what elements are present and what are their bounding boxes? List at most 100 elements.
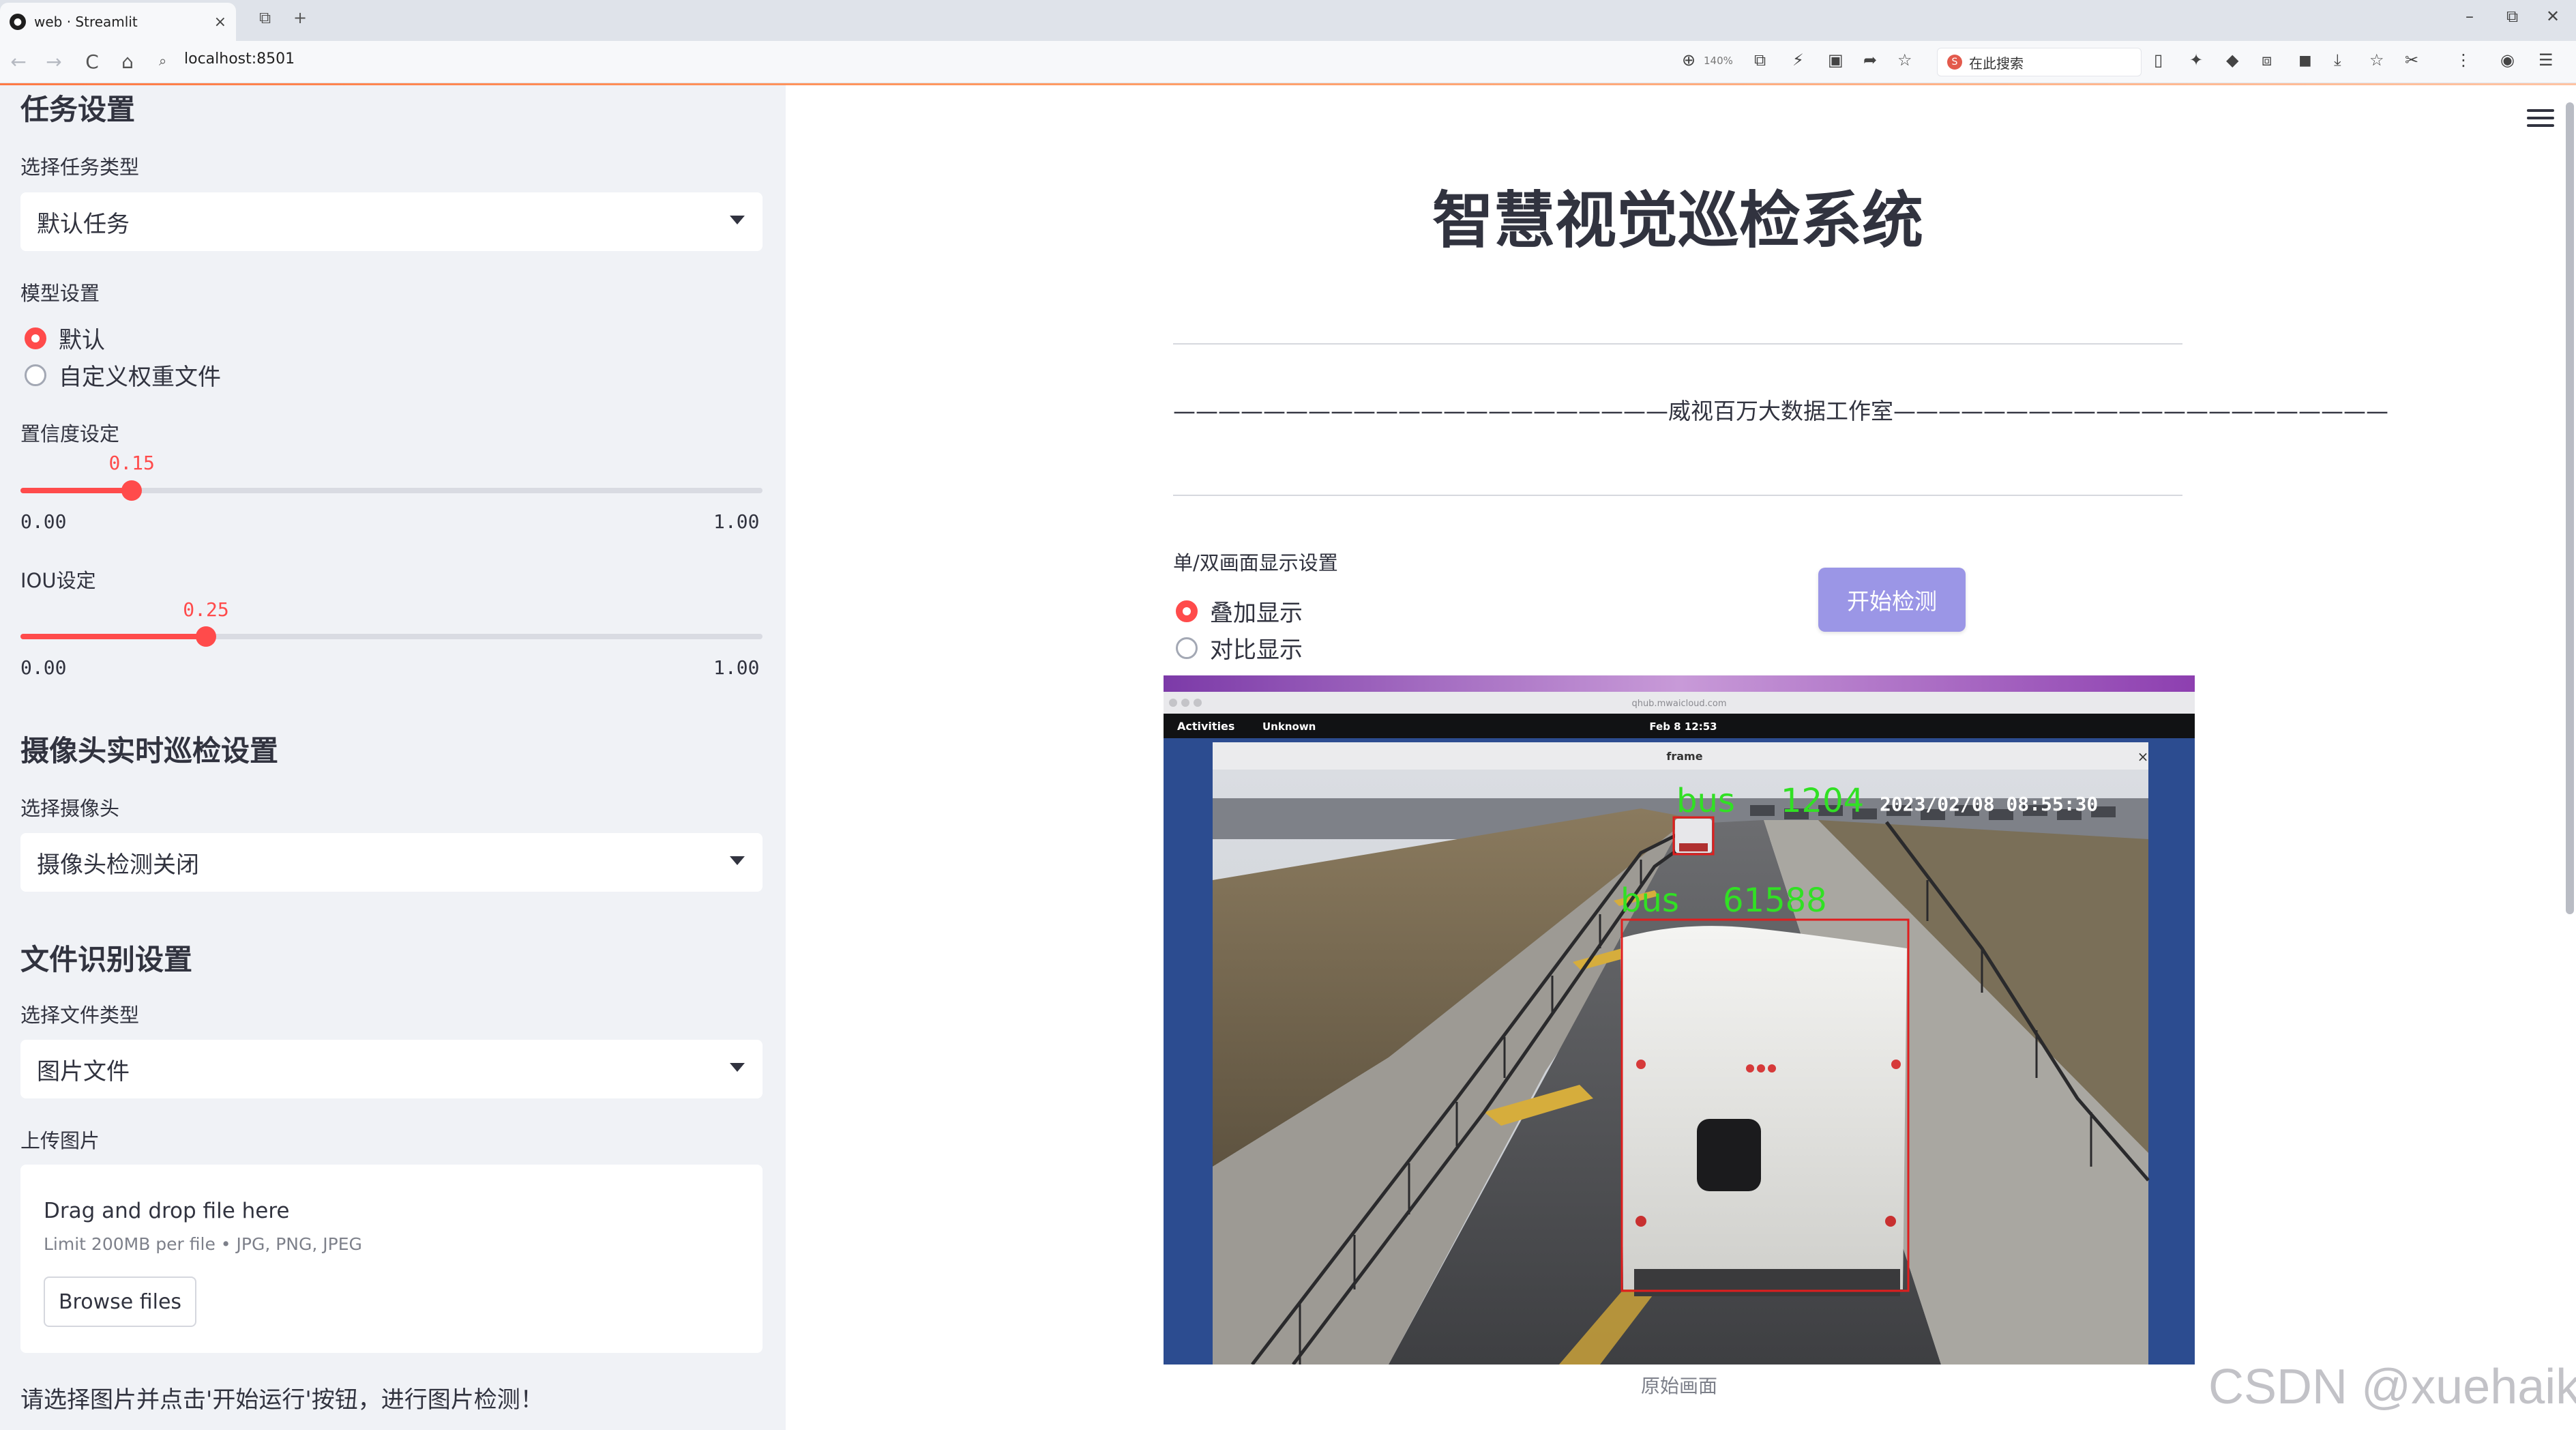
- display-option-label: 对比显示: [1210, 637, 1303, 664]
- translate-icon[interactable]: ⧉: [1754, 50, 1766, 70]
- iou-min: 0.00: [20, 656, 67, 679]
- studio-subtitle: ——————————————————————威视百万大数据工作室————————…: [1173, 398, 2388, 424]
- upload-dropzone-title: Drag and drop file here: [44, 1199, 290, 1223]
- camera-value: 摄像头检测关闭: [37, 851, 199, 879]
- upload-label: 上传图片: [20, 1129, 100, 1152]
- task-section-title: 任务设置: [20, 93, 136, 126]
- frame-window-title: frame: [1666, 750, 1702, 763]
- model-option-custom[interactable]: 自定义权重文件: [25, 358, 221, 392]
- window-close-icon[interactable]: ✕: [2546, 7, 2560, 26]
- download-icon[interactable]: ⤓: [2334, 50, 2341, 70]
- zoom-icon[interactable]: ⊕: [1682, 50, 1696, 70]
- detection-id: 1204: [1781, 782, 1864, 820]
- file-uploader-dropzone[interactable]: Drag and drop file here Limit 200MB per …: [20, 1165, 763, 1353]
- site-info-icon[interactable]: ⌕: [159, 53, 166, 69]
- detection-result-image: qhub.mwaicloud.com Activities Unknown Fe…: [1164, 675, 2195, 1365]
- iou-slider-thumb[interactable]: [196, 626, 216, 647]
- model-option-default[interactable]: 默认: [25, 321, 105, 355]
- restore-icon[interactable]: ⧉: [2506, 7, 2518, 26]
- frame-window-close-icon: ×: [2137, 748, 2149, 765]
- confidence-slider-thumb[interactable]: [121, 480, 143, 501]
- radio-unchecked-icon[interactable]: [1176, 637, 1198, 659]
- streamlit-favicon-icon: ●: [10, 14, 26, 30]
- csdn-watermark: CSDN @xuehaikj: [2208, 1360, 2576, 1414]
- search-placeholder: 在此搜索: [1969, 55, 2024, 72]
- lightning-icon[interactable]: ⚡: [1792, 50, 1804, 70]
- page-title: 智慧视觉巡检系统: [1432, 185, 1923, 257]
- tools-icon[interactable]: ✂: [2405, 50, 2418, 70]
- iou-value: 0.25: [183, 598, 229, 621]
- radio-checked-icon[interactable]: [25, 327, 46, 349]
- model-option-label: 自定义权重文件: [59, 364, 221, 391]
- frame-window-url: qhub.mwaicloud.com: [1631, 699, 1726, 709]
- more-icon[interactable]: ⋮: [2455, 50, 2472, 70]
- home-icon[interactable]: ⌂: [116, 50, 139, 73]
- zoom-level: 140%: [1704, 55, 1733, 67]
- page-scrollbar[interactable]: [2566, 102, 2574, 914]
- chevron-down-icon: [730, 856, 745, 865]
- sidebar-note: 请选择图片并点击'开始运行'按钮，进行图片检测！: [20, 1386, 544, 1414]
- tab-list-icon[interactable]: ⧉: [259, 8, 271, 27]
- camera-select[interactable]: 摄像头检测关闭: [20, 833, 763, 892]
- confidence-slider[interactable]: [20, 480, 763, 501]
- file-type-value: 图片文件: [37, 1057, 130, 1085]
- start-detection-button[interactable]: 开始检测: [1818, 568, 1966, 632]
- frame-clock: Feb 8 12:53: [1649, 720, 1717, 733]
- address-bar[interactable]: localhost:8501: [184, 50, 295, 68]
- browser-tab-bar: ● web · Streamlit × ⧉ + – ⧉ ✕: [0, 0, 2576, 41]
- hamburger-menu-icon[interactable]: [2527, 109, 2554, 132]
- file-type-label: 选择文件类型: [20, 1004, 140, 1027]
- chevron-down-icon: [730, 1063, 745, 1072]
- display-option-compare[interactable]: 对比显示: [1176, 631, 1303, 665]
- bookmark-star-icon[interactable]: ☆: [1897, 50, 1912, 70]
- forward-icon[interactable]: →: [42, 50, 65, 73]
- task-type-value: 默认任务: [37, 210, 130, 238]
- browser-menu-icon[interactable]: ☰: [2538, 50, 2553, 70]
- reload-icon[interactable]: C: [80, 50, 104, 73]
- extension-spark-icon[interactable]: ✦: [2189, 50, 2203, 70]
- minimize-icon[interactable]: –: [2466, 7, 2474, 26]
- divider-top: [1173, 343, 2182, 345]
- tab-close-icon[interactable]: ×: [214, 14, 226, 31]
- search-engine-icon: S: [1947, 55, 1962, 70]
- confidence-slider-fill: [20, 488, 132, 493]
- profile-avatar-icon[interactable]: ◉: [2500, 50, 2515, 70]
- reading-mode-icon[interactable]: ▯: [2154, 50, 2163, 70]
- screenshot-icon[interactable]: ▣: [1828, 50, 1844, 70]
- tab-title: web · Streamlit: [34, 14, 138, 30]
- chevron-down-icon: [730, 216, 745, 224]
- frame-timestamp: 2023/02/08 08:55:30: [1880, 793, 2098, 815]
- display-option-overlay[interactable]: 叠加显示: [1176, 594, 1303, 628]
- confidence-min: 0.00: [20, 510, 67, 533]
- task-type-select[interactable]: 默认任务: [20, 192, 763, 251]
- browser-nav-bar: ← → C ⌂ ⌕ localhost:8501 ⊕ 140% ⧉ ⚡ ▣ ➦ …: [0, 41, 2576, 83]
- iou-slider-fill: [20, 634, 206, 639]
- extension-blue-icon[interactable]: ◆: [2226, 50, 2238, 70]
- frame-activities-label: Activities: [1177, 720, 1234, 733]
- display-mode-label: 单/双画面显示设置: [1173, 551, 1338, 574]
- confidence-value: 0.15: [108, 452, 155, 474]
- iou-slider[interactable]: [20, 626, 763, 647]
- favorites-icon[interactable]: ☆: [2369, 50, 2384, 70]
- file-section-title: 文件识别设置: [20, 943, 193, 976]
- browse-files-button[interactable]: Browse files: [44, 1276, 196, 1327]
- radio-unchecked-icon[interactable]: [25, 364, 46, 386]
- upload-limit-text: Limit 200MB per file • JPG, PNG, JPEG: [44, 1234, 362, 1254]
- browser-tab[interactable]: ● web · Streamlit ×: [0, 3, 236, 41]
- confidence-label: 置信度设定: [20, 422, 120, 446]
- file-type-select[interactable]: 图片文件: [20, 1040, 763, 1098]
- extension-translate-icon[interactable]: ⧈: [2262, 50, 2272, 70]
- task-type-label: 选择任务类型: [20, 156, 140, 179]
- detection-id: 61588: [1723, 881, 1827, 920]
- extension-dark-icon[interactable]: ◼: [2298, 50, 2312, 70]
- search-box[interactable]: S 在此搜索: [1937, 48, 2142, 76]
- detection-label: bus: [1676, 782, 1735, 820]
- detection-label: bus: [1620, 881, 1679, 920]
- back-icon[interactable]: ←: [7, 50, 30, 73]
- radio-checked-icon[interactable]: [1176, 600, 1198, 622]
- new-tab-icon[interactable]: +: [293, 8, 307, 27]
- confidence-max: 1.00: [713, 510, 760, 533]
- divider-bottom: [1173, 495, 2182, 496]
- share-icon[interactable]: ➦: [1863, 50, 1877, 70]
- iou-max: 1.00: [713, 656, 760, 679]
